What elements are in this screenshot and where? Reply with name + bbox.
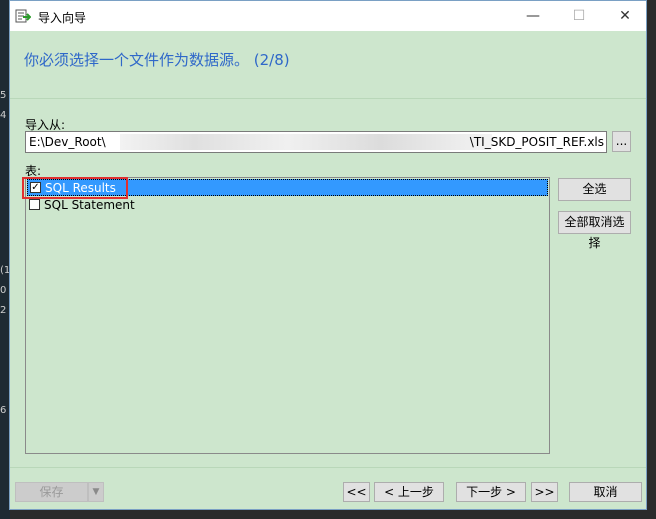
save-button[interactable]: 保存 <box>15 482 88 502</box>
list-item[interactable]: SQL Statement <box>27 197 548 214</box>
table-list[interactable]: ✓ SQL Results SQL Statement <box>25 177 550 454</box>
list-item-label: SQL Statement <box>44 198 135 212</box>
last-step-button[interactable]: >> <box>531 482 558 502</box>
annotation-highlight-box <box>22 177 128 199</box>
prev-step-button[interactable]: < 上一步 <box>374 482 444 502</box>
blurred-path-segment <box>120 134 492 150</box>
import-wizard-icon <box>15 9 31 23</box>
deselect-all-button[interactable]: 全部取消选择 <box>558 211 631 250</box>
browse-button[interactable]: ... <box>612 131 631 152</box>
path-prefix: E:\Dev_Root\ <box>29 135 106 149</box>
title-bar: 导入向导 — ☐ ✕ <box>10 1 646 31</box>
import-path-field[interactable]: E:\Dev_Root\ \TI_SKD_POSIT_REF.xls <box>25 131 607 153</box>
select-all-button[interactable]: 全选 <box>558 178 631 201</box>
cancel-button[interactable]: 取消 <box>569 482 642 502</box>
first-step-button[interactable]: << <box>343 482 370 502</box>
wizard-step-heading: 你必须选择一个文件作为数据源。 (2/8) <box>24 51 290 69</box>
minimize-button[interactable]: — <box>510 1 556 31</box>
checkbox[interactable] <box>29 199 40 210</box>
close-button[interactable]: ✕ <box>602 1 648 31</box>
maximize-button[interactable]: ☐ <box>556 1 602 31</box>
next-step-button[interactable]: 下一步 > <box>456 482 526 502</box>
save-dropdown-arrow[interactable]: ▼ <box>88 482 104 502</box>
window-title: 导入向导 <box>38 11 87 25</box>
import-wizard-dialog: 导入向导 — ☐ ✕ 你必须选择一个文件作为数据源。 (2/8) 导入从: E:… <box>9 0 647 510</box>
footer-divider <box>10 467 646 468</box>
header-divider <box>10 98 646 99</box>
path-suffix: \TI_SKD_POSIT_REF.xls <box>469 135 604 149</box>
